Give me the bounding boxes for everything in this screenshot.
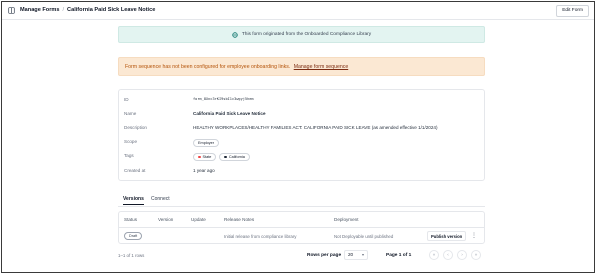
form-name-value: California Paid Sick Leave Notice xyxy=(193,111,266,116)
detail-label: Description xyxy=(124,125,147,130)
tag-label: State xyxy=(202,155,212,159)
form-description-value: HEALTHY WORKPLACES/HEALTHY FAMILIES ACT:… xyxy=(193,125,438,130)
top-bar: Manage Forms / California Paid Sick Leave … xyxy=(2,2,594,20)
deployment-cell: Not Deployable until published xyxy=(334,234,394,239)
rows-per-page-select[interactable]: 20 ▾ xyxy=(344,250,368,260)
created-at-value: 1 year ago xyxy=(193,168,215,173)
manage-form-sequence-link[interactable]: Manage form sequence xyxy=(294,64,349,70)
detail-label: Name xyxy=(124,111,137,116)
tab-bar: Versions Connect xyxy=(118,195,485,207)
previous-page-button[interactable]: ‹ xyxy=(443,250,453,260)
tag-color-dot xyxy=(198,155,201,159)
breadcrumb-manage-forms[interactable]: Manage Forms xyxy=(20,7,59,13)
document-icon xyxy=(8,7,15,14)
chevron-down-icon: ▾ xyxy=(361,252,364,257)
row-count-summary: 1–1 of 1 rows xyxy=(118,253,145,258)
detail-label: ID xyxy=(124,97,129,102)
page-info: Page 1 of 1 xyxy=(386,253,412,258)
rows-per-page-value: 20 xyxy=(348,252,354,257)
page-title: California Paid Sick Leave Notice xyxy=(67,7,156,13)
last-page-button[interactable]: » xyxy=(471,250,481,260)
globe-icon xyxy=(232,31,238,38)
header-divider xyxy=(119,227,484,228)
app-window: Manage Forms / California Paid Sick Leave … xyxy=(1,1,595,273)
first-page-button[interactable]: « xyxy=(429,250,439,260)
release-notes-cell: Initial release from compliance library xyxy=(224,234,297,239)
column-header-release-notes: Release Notes xyxy=(224,217,255,222)
column-header-version: Version xyxy=(158,217,174,222)
warning-text: Form sequence has not been configured fo… xyxy=(125,64,291,70)
column-header-update: Update xyxy=(191,217,206,222)
breadcrumb: Manage Forms / California Paid Sick Leave … xyxy=(20,7,155,13)
form-id-value[interactable]: form_8Xnc3rKI9sbI1c3wgyj5hem xyxy=(193,97,254,101)
tab-versions[interactable]: Versions xyxy=(123,196,144,205)
info-banner-text: This form originated from the Onboarded … xyxy=(241,32,372,37)
scope-chip: Employer xyxy=(193,139,220,147)
breadcrumb-separator: / xyxy=(62,7,65,13)
warning-banner: Form sequence has not been configured fo… xyxy=(118,57,485,76)
tag-chip-state: State xyxy=(193,153,217,161)
tag-label: California xyxy=(228,155,245,159)
detail-label: Scope xyxy=(124,139,138,144)
more-options-icon[interactable]: ⋮ xyxy=(471,232,477,239)
tag-chip-california: California xyxy=(219,153,250,161)
info-banner: This form originated from the Onboarded … xyxy=(118,26,485,43)
form-details-card: ID form_8Xnc3rKI9sbI1c3wgyj5hem Name Cal… xyxy=(118,89,485,181)
tag-color-dot xyxy=(224,155,227,159)
detail-label: Tags xyxy=(124,153,134,158)
detail-label: Created at xyxy=(124,168,146,173)
column-header-deployment: Deployment xyxy=(334,217,359,222)
publish-version-button[interactable]: Publish version xyxy=(427,231,467,241)
versions-table: Status Version Update Release Notes Depl… xyxy=(118,211,485,244)
status-badge: Draft xyxy=(124,232,143,240)
next-page-button[interactable]: › xyxy=(457,250,467,260)
tab-connect[interactable]: Connect xyxy=(151,196,170,202)
rows-per-page-label: Rows per page xyxy=(307,253,342,258)
column-header-status: Status xyxy=(124,217,138,222)
edit-form-button[interactable]: Edit Form xyxy=(556,5,589,17)
